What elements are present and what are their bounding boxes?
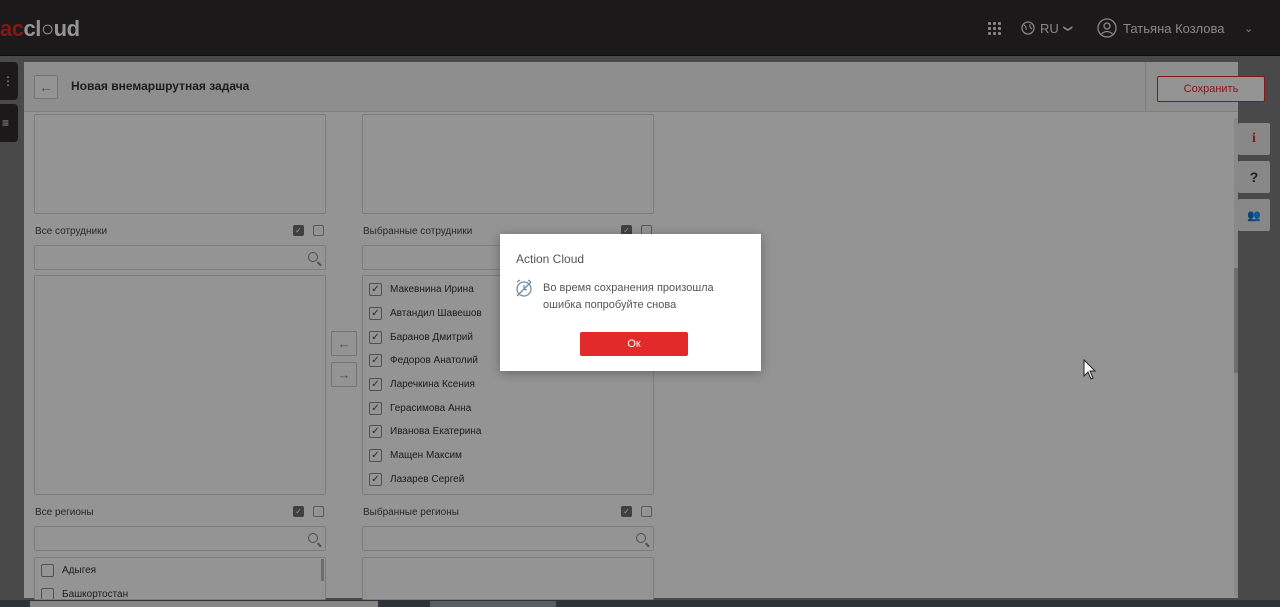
mouse-cursor-icon (1083, 359, 1097, 380)
alarm-clock-icon (516, 279, 532, 297)
dialog-title: Action Cloud (516, 252, 585, 266)
dialog-message: Во время сохранения произошла ошибка поп… (543, 282, 714, 311)
ok-button[interactable]: Ок (580, 332, 688, 356)
error-dialog: Action Cloud Во время сохранения произош… (500, 234, 761, 371)
